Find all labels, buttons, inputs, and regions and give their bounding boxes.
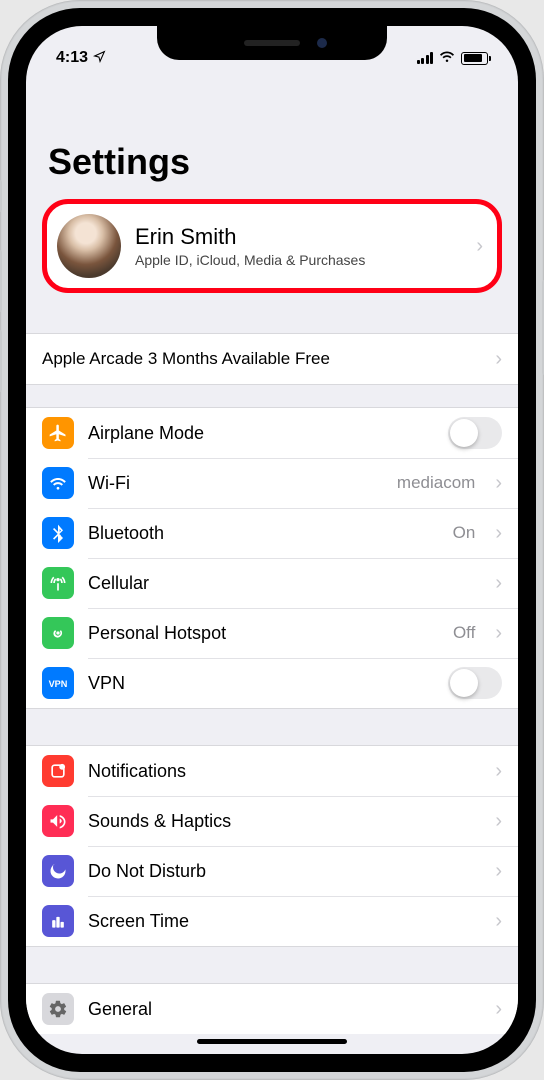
settings-row-airplane[interactable]: Airplane Mode xyxy=(26,408,518,458)
row-label: Notifications xyxy=(88,761,481,782)
chevron-right-icon: › xyxy=(495,998,502,1021)
chevron-right-icon: › xyxy=(495,622,502,645)
phone-bezel: 4:13 Settings xyxy=(8,8,536,1072)
row-label: Sounds & Haptics xyxy=(88,811,481,832)
svg-text:VPN: VPN xyxy=(49,679,68,689)
avatar xyxy=(57,214,121,278)
airplane-icon xyxy=(42,417,74,449)
dnd-icon xyxy=(42,855,74,887)
settings-row-notifications[interactable]: Notifications › xyxy=(26,746,518,796)
chevron-right-icon: › xyxy=(495,522,502,545)
apple-id-row[interactable]: Erin Smith Apple ID, iCloud, Media & Pur… xyxy=(42,199,502,293)
home-indicator[interactable] xyxy=(197,1039,347,1044)
vpn-icon: VPN xyxy=(42,667,74,699)
promo-label: Apple Arcade 3 Months Available Free xyxy=(42,349,481,369)
apple-id-highlight-wrap: Erin Smith Apple ID, iCloud, Media & Pur… xyxy=(26,195,518,297)
phone-screen: 4:13 Settings xyxy=(26,26,518,1054)
settings-row-sounds[interactable]: Sounds & Haptics › xyxy=(26,796,518,846)
chevron-right-icon: › xyxy=(495,910,502,933)
settings-row-screentime[interactable]: Screen Time › xyxy=(26,896,518,946)
chevron-right-icon: › xyxy=(476,235,483,258)
row-label: Bluetooth xyxy=(88,523,439,544)
airplane-toggle[interactable] xyxy=(448,417,502,449)
chevron-right-icon: › xyxy=(495,810,502,833)
settings-row-vpn[interactable]: VPN VPN xyxy=(26,658,518,708)
row-label: Airplane Mode xyxy=(88,423,434,444)
hotspot-icon xyxy=(42,617,74,649)
settings-content: Settings Erin Smith Apple ID, iCloud, Me… xyxy=(26,26,518,1054)
row-label: Do Not Disturb xyxy=(88,861,481,882)
settings-row-cellular[interactable]: Cellular › xyxy=(26,558,518,608)
row-value: Off xyxy=(453,623,475,643)
vpn-toggle[interactable] xyxy=(448,667,502,699)
row-value: On xyxy=(453,523,476,543)
chevron-right-icon: › xyxy=(495,348,502,371)
front-camera xyxy=(317,38,327,48)
row-value: mediacom xyxy=(397,473,475,493)
cellular-signal-icon xyxy=(417,52,434,64)
row-label: Screen Time xyxy=(88,911,481,932)
wifi-icon xyxy=(42,467,74,499)
mute-switch xyxy=(0,180,2,212)
apple-id-name: Erin Smith xyxy=(135,224,462,250)
row-label: VPN xyxy=(88,673,434,694)
volume-down-button xyxy=(0,330,2,392)
status-time: 4:13 xyxy=(56,49,88,67)
settings-row-hotspot[interactable]: Personal Hotspot Off › xyxy=(26,608,518,658)
promo-group: Apple Arcade 3 Months Available Free › xyxy=(26,333,518,385)
settings-group: Notifications›Sounds & Haptics›Do Not Di… xyxy=(26,745,518,947)
notch xyxy=(157,26,387,60)
screentime-icon xyxy=(42,905,74,937)
row-label: General xyxy=(88,999,481,1020)
apple-arcade-promo-row[interactable]: Apple Arcade 3 Months Available Free › xyxy=(26,334,518,384)
chevron-right-icon: › xyxy=(495,572,502,595)
settings-row-wifi[interactable]: Wi-Fi mediacom › xyxy=(26,458,518,508)
status-left: 4:13 xyxy=(56,49,106,67)
phone-device-frame: 4:13 Settings xyxy=(0,0,544,1080)
status-right xyxy=(417,47,489,70)
settings-row-general[interactable]: General › xyxy=(26,984,518,1034)
chevron-right-icon: › xyxy=(495,860,502,883)
speaker-grille xyxy=(244,40,300,46)
row-label: Personal Hotspot xyxy=(88,623,439,644)
bluetooth-icon xyxy=(42,517,74,549)
page-title: Settings xyxy=(26,141,518,195)
settings-group: Airplane ModeWi-Fimediacom›BluetoothOn›C… xyxy=(26,407,518,709)
notifications-icon xyxy=(42,755,74,787)
chevron-right-icon: › xyxy=(495,760,502,783)
settings-row-dnd[interactable]: Do Not Disturb › xyxy=(26,846,518,896)
row-label: Wi-Fi xyxy=(88,473,383,494)
chevron-right-icon: › xyxy=(495,472,502,495)
sounds-icon xyxy=(42,805,74,837)
wifi-status-icon xyxy=(438,47,456,70)
location-icon xyxy=(93,50,106,66)
apple-id-text: Erin Smith Apple ID, iCloud, Media & Pur… xyxy=(135,224,462,268)
settings-row-bluetooth[interactable]: Bluetooth On › xyxy=(26,508,518,558)
settings-group: General › xyxy=(26,983,518,1034)
volume-up-button xyxy=(0,250,2,312)
battery-icon xyxy=(461,52,488,65)
apple-id-subtitle: Apple ID, iCloud, Media & Purchases xyxy=(135,252,462,268)
row-label: Cellular xyxy=(88,573,481,594)
general-icon xyxy=(42,993,74,1025)
cellular-icon xyxy=(42,567,74,599)
